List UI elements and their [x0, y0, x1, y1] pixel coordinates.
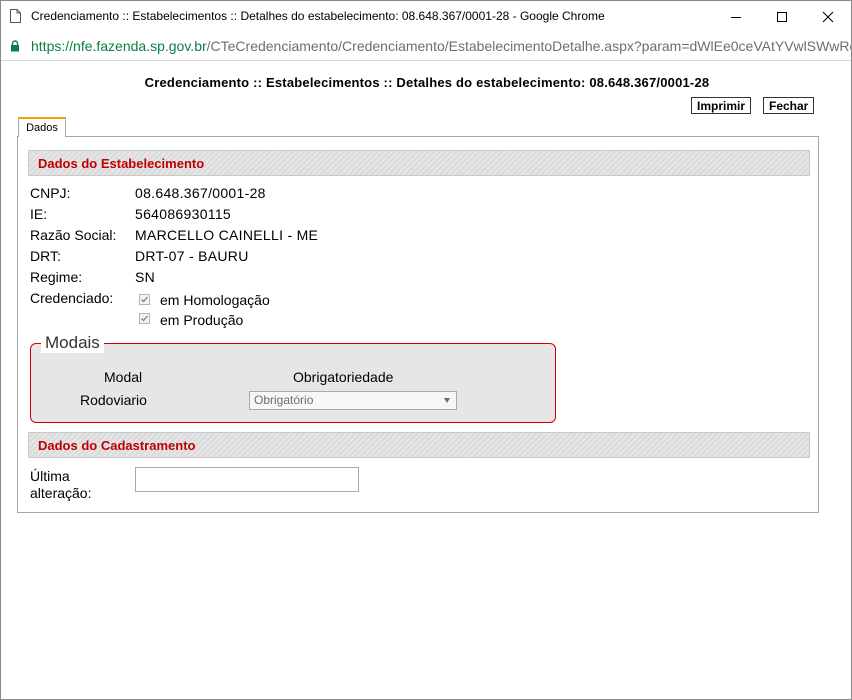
minimize-button[interactable] [713, 1, 759, 32]
homologacao-label: em Homologação [160, 292, 270, 308]
lock-icon [11, 40, 19, 52]
url-scheme: https:// [31, 38, 74, 54]
ultima-alteracao-label-line2: alteração: [30, 485, 92, 501]
section-title: Dados do Estabelecimento [38, 156, 205, 171]
close-button[interactable]: Fechar [763, 97, 815, 114]
regime-value: SN [135, 269, 156, 285]
ultima-alteracao-field[interactable] [135, 467, 359, 492]
modal-column-header: Modal [104, 369, 143, 385]
address-bar[interactable]: https://nfe.fazenda.sp.gov.br/CTeCredenc… [1, 32, 851, 61]
ie-value: 564086930115 [135, 206, 231, 222]
cnpj-value: 08.648.367/0001-28 [135, 185, 266, 201]
section-title: Dados do Cadastramento [38, 438, 196, 453]
ultima-alteracao-label-line1: Última [30, 468, 70, 484]
url-host: nfe.fazenda.sp.gov.br [73, 38, 207, 54]
obrigatoriedade-column-header: Obrigatoriedade [293, 369, 394, 385]
producao-label: em Produção [160, 312, 244, 328]
modais-legend: Modais [41, 333, 104, 353]
url-path: /CTeCredenciamento/Credenciamento/Estabe… [206, 38, 852, 54]
section-header-cadastramento: Dados do Cadastramento [28, 432, 810, 458]
window-title: Credenciamento :: Estabelecimentos :: De… [31, 9, 605, 23]
browser-window: Credenciamento :: Estabelecimentos :: De… [0, 0, 852, 700]
url-text[interactable]: https://nfe.fazenda.sp.gov.br/CTeCredenc… [31, 38, 852, 54]
cnpj-label: CNPJ: [30, 185, 71, 201]
maximize-icon [777, 11, 787, 22]
close-window-button[interactable] [805, 1, 851, 32]
title-bar: Credenciamento :: Estabelecimentos :: De… [1, 1, 851, 32]
modal-rodoviario: Rodoviario [80, 392, 147, 408]
razao-social-value: MARCELLO CAINELLI - ME [135, 227, 319, 243]
checkmark-icon [141, 315, 149, 322]
homologacao-checkbox[interactable] [139, 294, 150, 305]
drt-value: DRT-07 - BAURU [135, 248, 249, 264]
maximize-button[interactable] [759, 1, 805, 32]
select-value: Obrigatório [254, 393, 314, 407]
ie-label: IE: [30, 206, 48, 222]
drt-label: DRT: [30, 248, 61, 264]
close-icon [822, 11, 834, 22]
document-icon [10, 9, 21, 23]
tab-dados[interactable]: Dados [18, 117, 66, 137]
section-header-estabelecimento: Dados do Estabelecimento [28, 150, 810, 176]
producao-checkbox[interactable] [139, 313, 150, 324]
chevron-down-icon [444, 398, 450, 403]
obrigatoriedade-select[interactable]: Obrigatório [249, 391, 457, 410]
print-button[interactable]: Imprimir [691, 97, 752, 114]
page-title: Credenciamento :: Estabelecimentos :: De… [144, 75, 710, 90]
credenciado-label: Credenciado: [30, 290, 114, 306]
checkmark-icon [141, 296, 149, 303]
regime-label: Regime: [30, 269, 83, 285]
razao-social-label: Razão Social: [30, 227, 117, 243]
minimize-icon [731, 16, 741, 18]
